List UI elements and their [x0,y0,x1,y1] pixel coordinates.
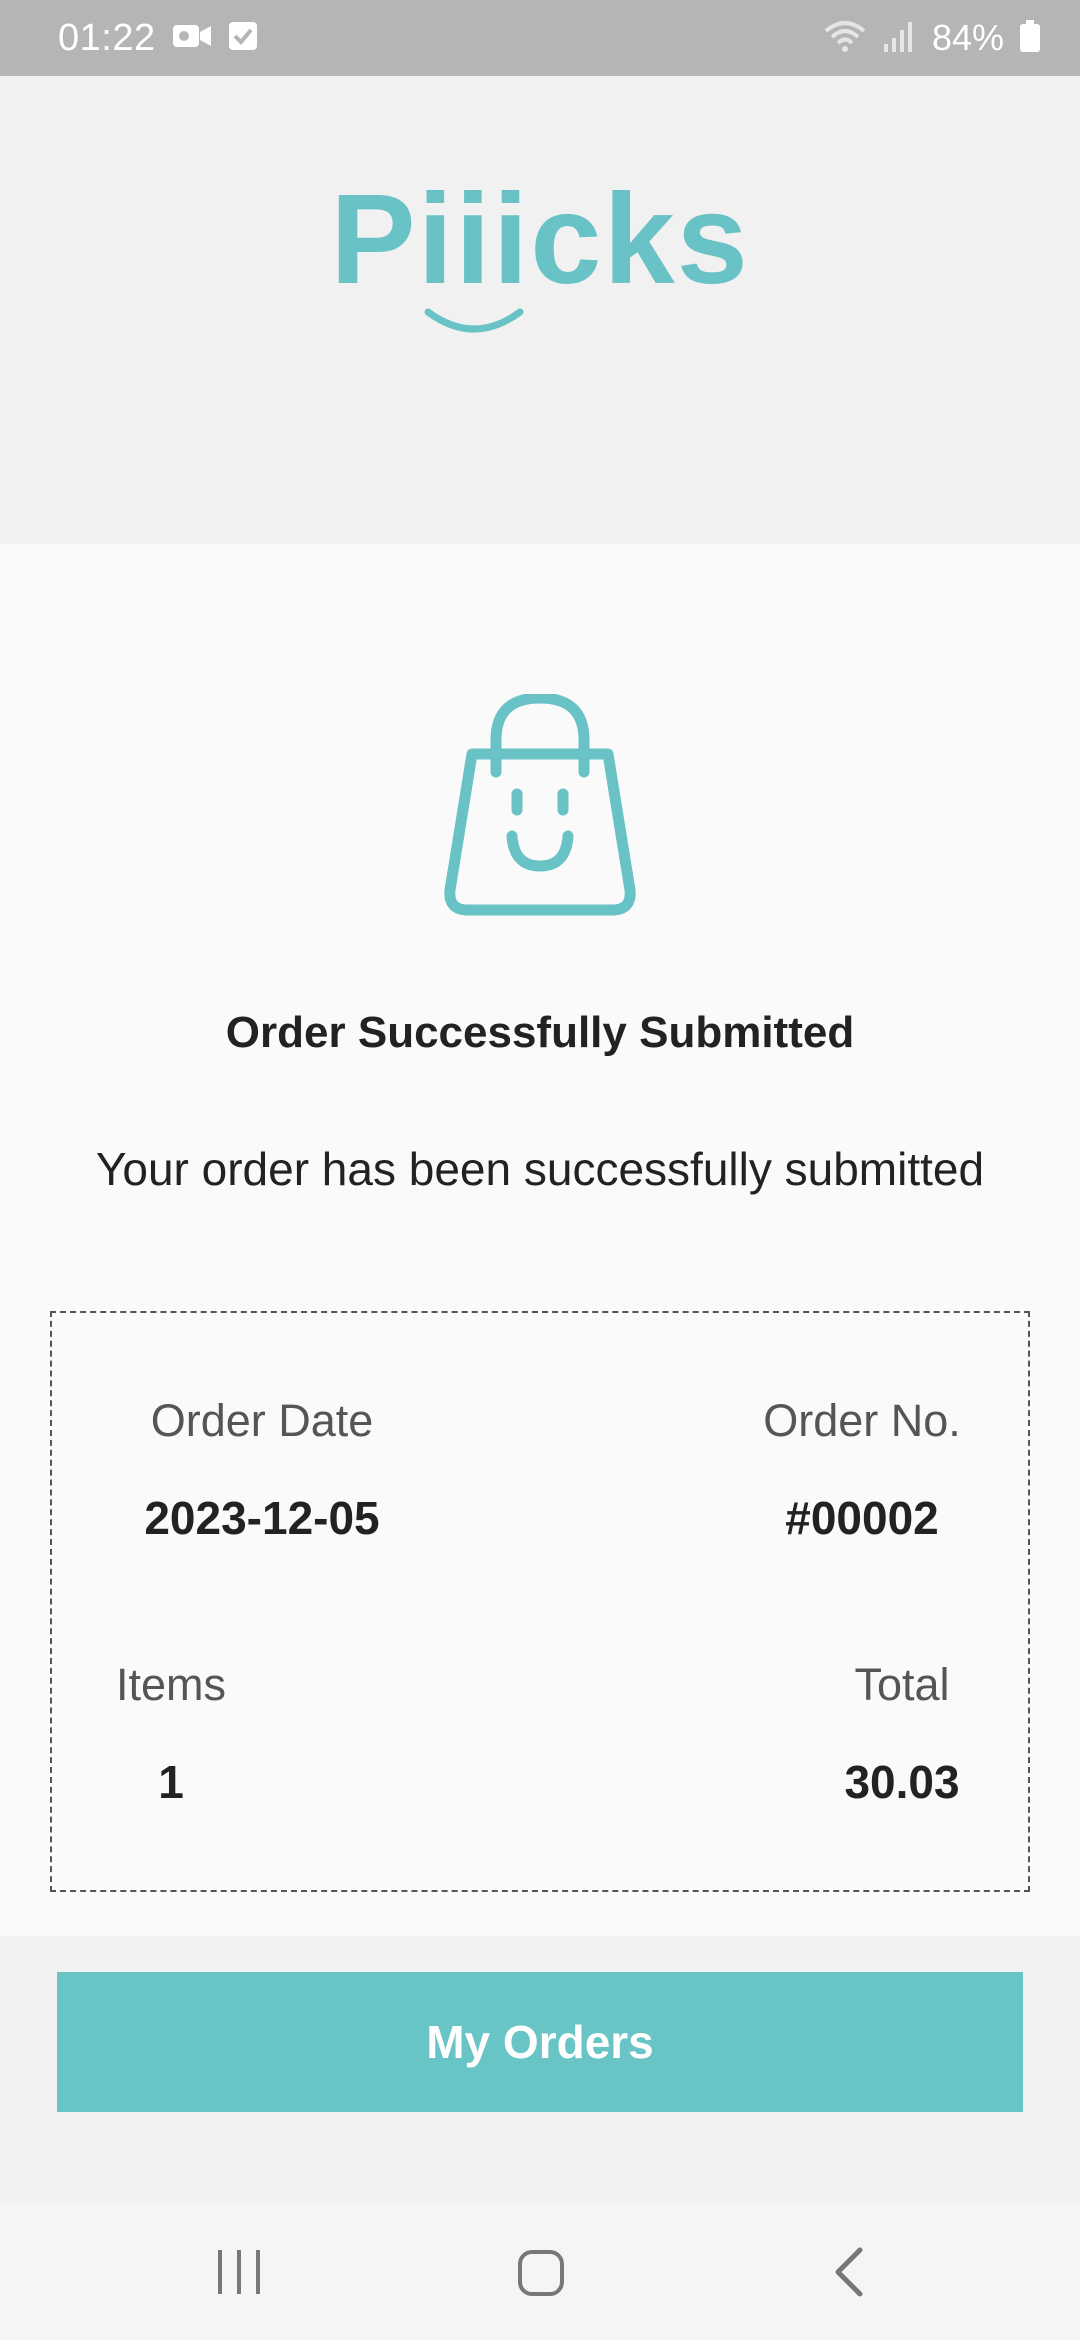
home-icon[interactable] [516,2242,566,2307]
checkbox-icon [228,21,258,56]
items-cell: Items 1 [96,1659,246,1809]
status-bar: 01:22 84% [0,0,1080,76]
order-date-cell: Order Date 2023-12-05 [112,1395,412,1545]
order-date-value: 2023-12-05 [144,1492,380,1544]
bottom-action-area: My Orders [0,1936,1080,2204]
status-left: 01:22 [58,17,258,60]
items-value: 1 [158,1756,184,1808]
header: Piiicks [0,76,1080,544]
total-label: Total [854,1659,950,1710]
battery-percent: 84% [931,17,1004,58]
order-date-label: Order Date [150,1395,374,1446]
battery-icon [1020,19,1040,57]
app-logo: Piiicks [0,176,1080,333]
system-nav-bar [0,2204,1080,2340]
status-right: 84% [824,17,1040,59]
video-camera-icon [172,21,212,56]
page-title: Order Successfully Submitted [225,1008,855,1057]
wifi-icon [824,19,866,58]
status-time: 01:22 [58,16,156,59]
order-number-label: Order No. [763,1395,961,1446]
total-cell: Total 30.03 [792,1659,1012,1809]
shopping-bag-smile-icon [440,692,640,925]
order-number-cell: Order No. #00002 [712,1395,1012,1545]
my-orders-button[interactable]: My Orders [57,1972,1023,2112]
back-icon[interactable] [824,2242,874,2307]
items-label: Items [115,1659,227,1710]
order-confirmation: Order Successfully Submitted Your order … [0,544,1080,1936]
signal-icon [882,20,916,57]
confirmation-message: Your order has been successfully submitt… [95,1143,985,1195]
logo-smile-icon [424,306,524,341]
recents-icon[interactable] [214,2242,264,2307]
total-value: 30.03 [844,1756,960,1808]
logo-text: Piiicks [330,168,750,311]
order-number-value: #00002 [785,1492,939,1544]
order-summary-box: Order Date 2023-12-05 Order No. #00002 I… [50,1311,1030,1892]
